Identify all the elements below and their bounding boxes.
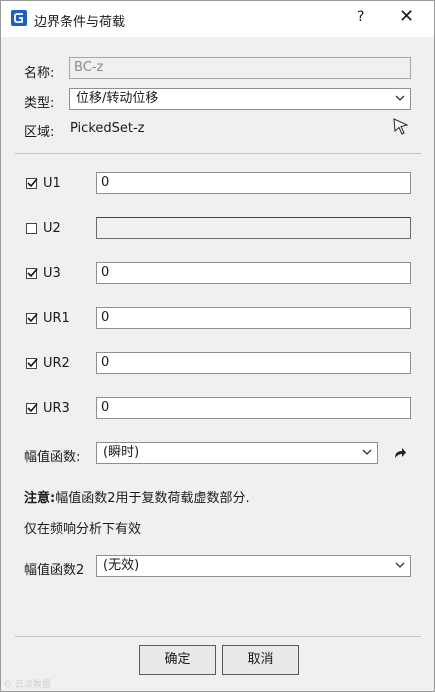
watermark: © 云淡数据 — [3, 680, 51, 690]
ur1-label: UR1 — [43, 311, 70, 326]
ur2-input[interactable]: 0 — [96, 352, 411, 374]
type-label: 类型: — [24, 96, 55, 111]
name-label: 名称: — [24, 66, 55, 81]
window-title: 边界条件与荷载 — [34, 15, 126, 30]
pick-cursor-icon[interactable] — [392, 117, 410, 135]
amplitude2-select-value: (无效) — [103, 558, 140, 573]
amplitude2-label: 幅值函数2 — [24, 563, 85, 578]
separator — [15, 153, 421, 154]
ur3-input[interactable]: 0 — [96, 397, 411, 419]
note-body: 幅值函数2用于复数荷载虚数部分. — [55, 491, 250, 506]
u2-checkbox[interactable] — [26, 223, 37, 234]
amplitude-select-value: (瞬时) — [103, 445, 140, 460]
u3-label: U3 — [43, 266, 61, 281]
ok-button[interactable]: 确定 — [139, 645, 216, 675]
u2-input — [96, 217, 411, 239]
amplitude-select[interactable]: (瞬时) — [96, 442, 378, 464]
cancel-button[interactable]: 取消 — [222, 645, 299, 675]
create-amplitude-arrow-icon[interactable] — [392, 445, 408, 461]
u1-label: U1 — [43, 176, 61, 191]
u3-input[interactable]: 0 — [96, 262, 411, 284]
dialog-window: 边界条件与荷载 ? ✕ 名称: BC-z 类型: 位移/转动位移 区域: Pic… — [0, 0, 435, 692]
region-label: 区域: — [24, 125, 55, 140]
amplitude-label: 幅值函数: — [24, 450, 81, 465]
ur1-checkbox[interactable] — [26, 313, 38, 324]
note-bold: 注意: — [24, 491, 56, 506]
note-line2: 仅在频响分析下有效 — [24, 522, 142, 537]
ur1-input[interactable]: 0 — [96, 307, 411, 329]
title-bar: 边界条件与荷载 ? ✕ — [1, 1, 434, 37]
checkmark-icon — [27, 268, 38, 278]
ur2-label: UR2 — [43, 356, 70, 371]
ur3-checkbox[interactable] — [26, 403, 38, 414]
app-logo-icon — [11, 10, 27, 26]
chevron-down-icon — [395, 562, 405, 568]
checkmark-icon — [27, 358, 38, 368]
help-button[interactable]: ? — [357, 9, 364, 25]
region-value: PickedSet-z — [70, 121, 145, 136]
note-text: 注意:幅值函数2用于复数荷载虚数部分. — [24, 487, 250, 506]
u1-input[interactable]: 0 — [96, 172, 411, 194]
type-select-value: 位移/转动位移 — [76, 91, 159, 106]
chevron-down-icon — [395, 95, 405, 101]
amplitude2-select[interactable]: (无效) — [96, 555, 411, 577]
checkmark-icon — [27, 313, 38, 323]
separator — [15, 636, 421, 637]
u2-label: U2 — [43, 221, 61, 236]
ur2-checkbox[interactable] — [26, 358, 38, 369]
ur3-label: UR3 — [43, 401, 70, 416]
u3-checkbox[interactable] — [26, 268, 38, 279]
name-field: BC-z — [69, 57, 411, 79]
type-select[interactable]: 位移/转动位移 — [69, 88, 411, 110]
close-button[interactable]: ✕ — [399, 6, 414, 27]
checkmark-icon — [27, 403, 38, 413]
u1-checkbox[interactable] — [26, 178, 38, 189]
checkmark-icon — [27, 178, 38, 188]
chevron-down-icon — [362, 449, 372, 455]
